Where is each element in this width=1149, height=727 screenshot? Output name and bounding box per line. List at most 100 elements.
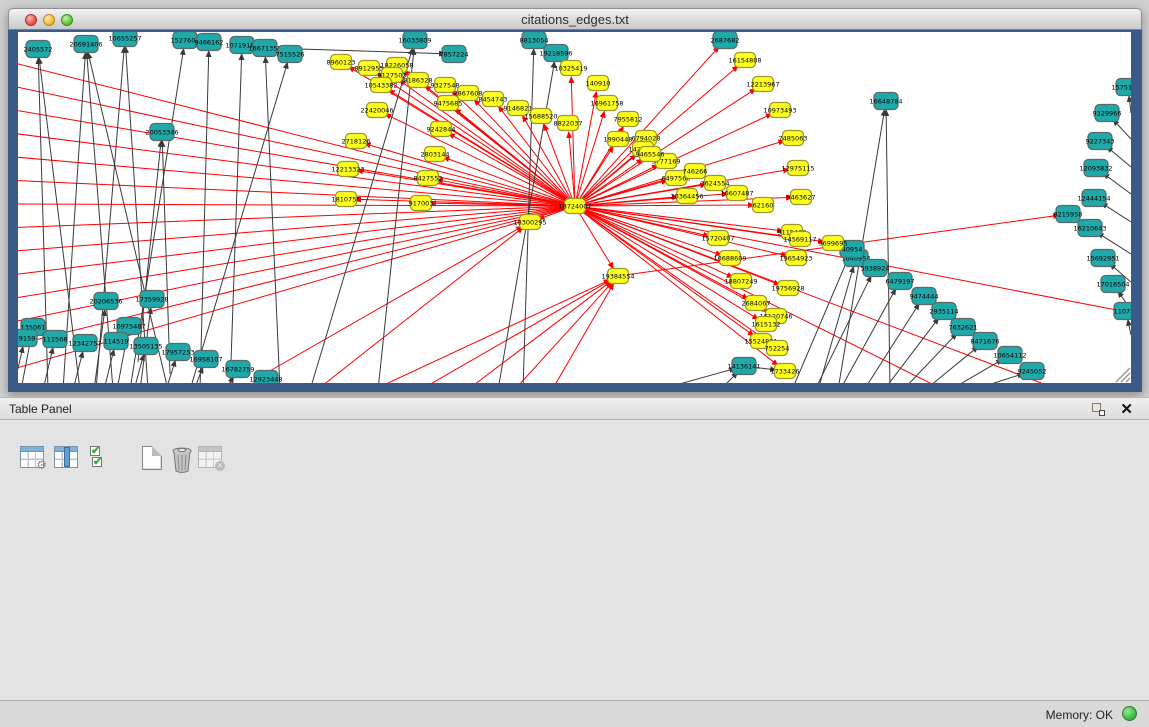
- graph-node-label: 15720407: [701, 234, 734, 242]
- graph-nodes[interactable]: 2405572206914061065525715276029466162107…: [18, 32, 1131, 383]
- graph-node-label: 7955812: [614, 115, 643, 123]
- graph-edge[interactable]: [840, 289, 896, 383]
- graph-edge[interactable]: [162, 141, 170, 374]
- graph-edge[interactable]: [886, 110, 890, 383]
- graph-edge[interactable]: [194, 367, 203, 383]
- graph-node-label: 20053346: [145, 128, 178, 136]
- graph-edge[interactable]: [18, 206, 575, 228]
- graph-node-label: 8813054: [520, 36, 549, 44]
- graph-node-label: 9466162: [195, 38, 224, 46]
- graph-node-label: 6479197: [886, 277, 915, 285]
- graph-node-label: 9475685: [434, 99, 463, 107]
- show-columns-button[interactable]: [54, 446, 82, 474]
- graph-node-label: 110753: [1114, 307, 1131, 315]
- graph-edge[interactable]: [18, 180, 575, 206]
- graph-edge[interactable]: [18, 347, 23, 383]
- graph-node-label: 16210643: [1073, 224, 1106, 232]
- graph-node-label: 16961758: [590, 99, 623, 107]
- graph-node-label: 18300295: [513, 218, 546, 226]
- graph-node-label: 10325419: [554, 64, 587, 72]
- graph-edge[interactable]: [925, 347, 978, 383]
- graph-node-label: 1990448: [604, 135, 633, 143]
- graph-node-label: 17359928: [135, 295, 168, 303]
- graph-node-label: 9327548: [431, 81, 460, 89]
- status-bar: Memory: OK: [0, 700, 1149, 727]
- graph-node-label: 746266: [683, 167, 708, 175]
- graph-node-label: 62160: [753, 201, 774, 209]
- graph-node-label: 2684067: [742, 299, 771, 307]
- resize-grip-icon[interactable]: [1116, 368, 1130, 382]
- graph-node-label: 12093832: [1079, 164, 1112, 172]
- graph-node-label: 7632621: [949, 323, 978, 331]
- graph-edge[interactable]: [658, 368, 735, 383]
- graph-node-label: 20691406: [69, 40, 102, 48]
- graph-node-label: 20364456: [670, 192, 703, 200]
- graph-edge[interactable]: [575, 159, 643, 206]
- graph-node-label: 16154808: [728, 56, 761, 64]
- graph-edge[interactable]: [575, 206, 754, 336]
- memory-ok-icon: [1122, 706, 1137, 721]
- delete-columns-button[interactable]: [170, 446, 198, 474]
- graph-node-label: 8215958: [1054, 210, 1083, 218]
- graph-edge[interactable]: [265, 57, 280, 383]
- graph-edge[interactable]: [792, 257, 848, 383]
- graph-node-label: 12213323: [331, 165, 364, 173]
- network-window-title: citations_edges.txt: [9, 12, 1141, 27]
- graph-edge[interactable]: [818, 267, 854, 383]
- select-columns-button[interactable]: ✔✔: [90, 446, 118, 474]
- graph-node-label: 5938924: [861, 264, 890, 272]
- graph-edge[interactable]: [73, 352, 83, 383]
- table-mode-button[interactable]: ⚙: [20, 446, 48, 474]
- show-columns-icon: [54, 446, 78, 468]
- graph-edge[interactable]: [1129, 96, 1131, 113]
- graph-node-label: 17016504: [1096, 280, 1129, 288]
- graph-edge[interactable]: [358, 280, 610, 383]
- graph-node-label: 7515526: [276, 50, 305, 58]
- graph-edge[interactable]: [268, 226, 522, 372]
- graph-edge[interactable]: [1103, 173, 1131, 194]
- graph-node-label: 1733426: [771, 367, 800, 375]
- graph-edge[interactable]: [1102, 203, 1131, 222]
- graph-node-label: 2935114: [930, 307, 959, 315]
- graph-edge[interactable]: [166, 361, 175, 383]
- graph-node-label: 140910: [586, 79, 611, 87]
- network-window-titlebar[interactable]: citations_edges.txt: [8, 8, 1142, 30]
- graph-node-label: 20206536: [89, 297, 122, 305]
- graph-edge[interactable]: [575, 206, 721, 255]
- float-panel-icon[interactable]: [1092, 403, 1105, 416]
- graph-node-label: 7485063: [779, 134, 808, 142]
- close-panel-icon[interactable]: ✕: [1120, 400, 1133, 418]
- delete-table-button: ✕: [198, 446, 226, 474]
- network-graph[interactable]: 2405572206914061065525715276029466162107…: [18, 32, 1131, 383]
- network-canvas[interactable]: 2405572206914061065525715276029466162107…: [18, 32, 1131, 383]
- create-column-button[interactable]: [142, 446, 170, 474]
- graph-edge[interactable]: [408, 280, 610, 383]
- graph-edge[interactable]: [1128, 320, 1131, 335]
- graph-edge[interactable]: [18, 132, 575, 206]
- graph-node-label: 10688609: [713, 254, 746, 262]
- graph-node-label: 19654923: [779, 254, 812, 262]
- network-window-frame: 2405572206914061065525715276029466162107…: [8, 30, 1142, 392]
- graph-node-label: 917003: [409, 199, 434, 207]
- graph-edge[interactable]: [200, 51, 209, 383]
- graph-edge[interactable]: [308, 228, 523, 383]
- graph-edge[interactable]: [864, 304, 919, 383]
- graph-node-label: 16782759: [221, 365, 254, 373]
- graph-edge[interactable]: [378, 49, 414, 383]
- graph-node-label: 9245052: [1018, 367, 1047, 375]
- graph-edge[interactable]: [18, 206, 575, 372]
- graph-edge[interactable]: [18, 108, 575, 206]
- graph-node-label: 12975115: [781, 164, 814, 172]
- graph-edge[interactable]: [1113, 120, 1131, 139]
- cytoscape-desktop: { "window": { "title": "citations_edges.…: [0, 0, 1149, 727]
- graph-node-label: 14136141: [727, 362, 760, 370]
- graph-node-label: 39159: [18, 334, 35, 342]
- graph-node-label: 9474444: [910, 292, 939, 300]
- new-document-icon: [142, 446, 162, 470]
- graph-node-label: 8186328: [404, 76, 433, 84]
- graph-node-label: 9465546: [636, 150, 665, 158]
- graph-edge[interactable]: [548, 284, 613, 383]
- graph-node-label: 19218596: [539, 49, 572, 57]
- graph-node-label: 9146821: [504, 104, 533, 112]
- graph-edge[interactable]: [972, 374, 1023, 383]
